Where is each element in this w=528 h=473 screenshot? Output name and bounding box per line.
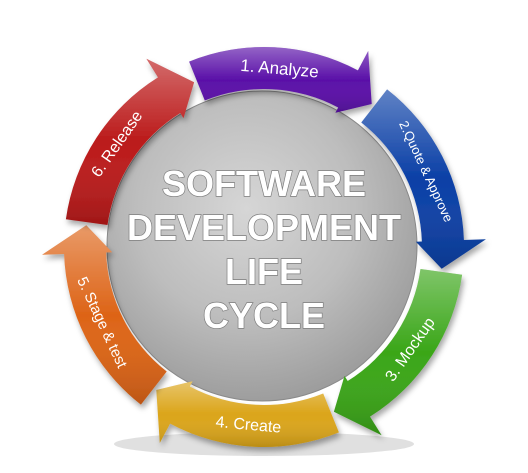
center-title-line-4: CYCLE [203, 295, 325, 336]
center-title-line-1: SOFTWARE [162, 163, 366, 204]
center-title-line-3: LIFE [225, 251, 303, 292]
sdlc-cycle-diagram: 1. Analyze2.Quote & Approve3. Mockup4. C… [42, 47, 486, 456]
center-title-line-2: DEVELOPMENT [127, 207, 401, 248]
